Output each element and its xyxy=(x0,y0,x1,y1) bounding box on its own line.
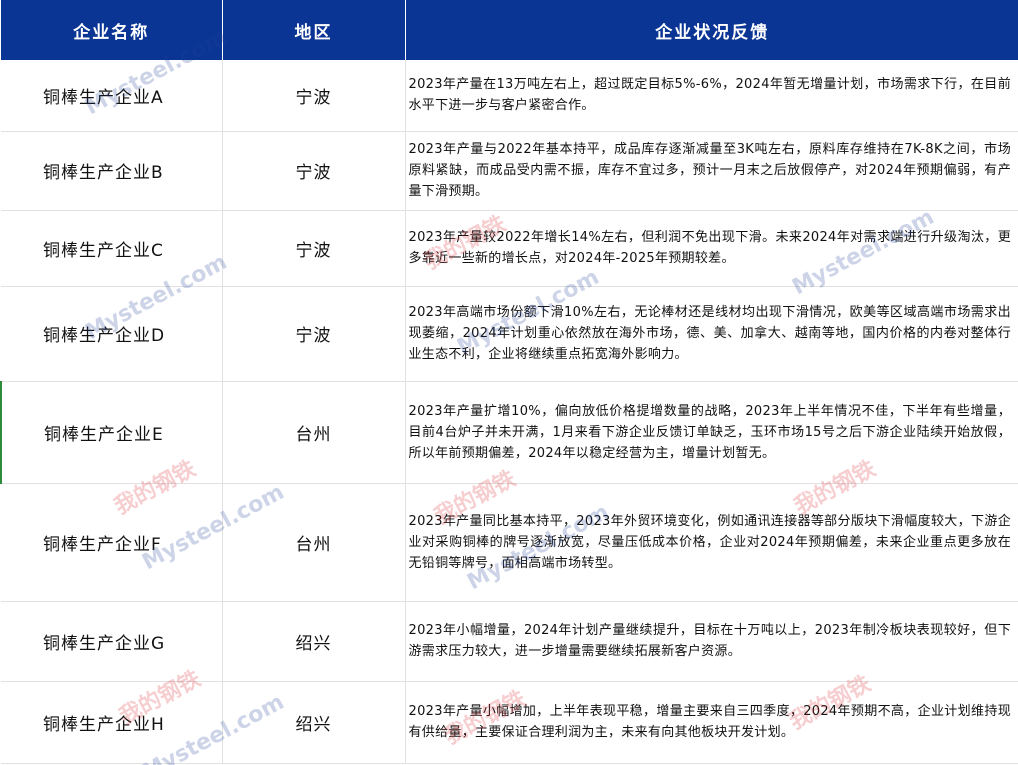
company-name-cell: 铜棒生产企业H xyxy=(1,681,223,764)
feedback-cell: 2023年产量扩增10%，偏向放低价格提增数量的战略，2023年上半年情况不佳，… xyxy=(405,381,1018,484)
page: 企业名称 地区 企业状况反馈 铜棒生产企业A 宁波 2023年产量在13万吨左右… xyxy=(0,0,1018,765)
feedback-cell: 2023年产量同比基本持平，2023年外贸环境变化，例如通讯连接器等部分版块下滑… xyxy=(405,483,1018,602)
table-row: 铜棒生产企业G 绍兴 2023年小幅增量，2024年计划产量继续提升，目标在十万… xyxy=(1,601,1018,682)
header-region: 地区 xyxy=(222,0,406,60)
company-name-cell: 铜棒生产企业C xyxy=(1,210,223,287)
company-feedback-table: 企业名称 地区 企业状况反馈 铜棒生产企业A 宁波 2023年产量在13万吨左右… xyxy=(0,0,1018,764)
company-name-cell: 铜棒生产企业E xyxy=(0,381,223,484)
header-company-name: 企业名称 xyxy=(1,0,223,60)
company-name-cell: 铜棒生产企业D xyxy=(1,286,223,382)
table-row: 铜棒生产企业C 宁波 2023年产量较2022年增长14%左右，但利润不免出现下… xyxy=(1,210,1018,287)
table-row: 铜棒生产企业A 宁波 2023年产量在13万吨左右上，超过既定目标5%-6%，2… xyxy=(1,60,1018,132)
region-cell: 宁波 xyxy=(222,60,406,132)
table-row: 铜棒生产企业H 绍兴 2023年产量小幅增加，上半年表现平稳，增量主要来自三四季… xyxy=(1,681,1018,764)
feedback-cell: 2023年小幅增量，2024年计划产量继续提升，目标在十万吨以上，2023年制冷… xyxy=(405,601,1018,682)
region-cell: 台州 xyxy=(222,483,406,602)
region-cell: 宁波 xyxy=(222,131,406,211)
header-feedback: 企业状况反馈 xyxy=(405,0,1018,60)
company-name-cell: 铜棒生产企业F xyxy=(1,483,223,602)
company-name-cell: 铜棒生产企业G xyxy=(1,601,223,682)
table-row: 铜棒生产企业B 宁波 2023年产量与2022年基本持平，成品库存逐渐减量至3K… xyxy=(1,131,1018,211)
region-cell: 宁波 xyxy=(222,210,406,287)
table-row: 铜棒生产企业E 台州 2023年产量扩增10%，偏向放低价格提增数量的战略，20… xyxy=(0,381,1018,484)
company-name-cell: 铜棒生产企业A xyxy=(1,60,223,132)
table-row: 铜棒生产企业F 台州 2023年产量同比基本持平，2023年外贸环境变化，例如通… xyxy=(1,483,1018,602)
feedback-cell: 2023年产量与2022年基本持平，成品库存逐渐减量至3K吨左右，原料库存维持在… xyxy=(405,131,1018,211)
region-cell: 绍兴 xyxy=(222,601,406,682)
region-cell: 绍兴 xyxy=(222,681,406,764)
region-cell: 台州 xyxy=(222,381,406,484)
region-cell: 宁波 xyxy=(222,286,406,382)
feedback-cell: 2023年产量在13万吨左右上，超过既定目标5%-6%，2024年暂无增量计划，… xyxy=(405,60,1018,132)
table-row: 铜棒生产企业D 宁波 2023年高端市场份额下滑10%左右，无论棒材还是线材均出… xyxy=(1,286,1018,382)
company-name-cell: 铜棒生产企业B xyxy=(1,131,223,211)
feedback-cell: 2023年产量较2022年增长14%左右，但利润不免出现下滑。未来2024年对需… xyxy=(405,210,1018,287)
feedback-cell: 2023年产量小幅增加，上半年表现平稳，增量主要来自三四季度，2024年预期不高… xyxy=(405,681,1018,764)
table-header-row: 企业名称 地区 企业状况反馈 xyxy=(1,0,1018,60)
feedback-cell: 2023年高端市场份额下滑10%左右，无论棒材还是线材均出现下滑情况，欧美等区域… xyxy=(405,286,1018,382)
